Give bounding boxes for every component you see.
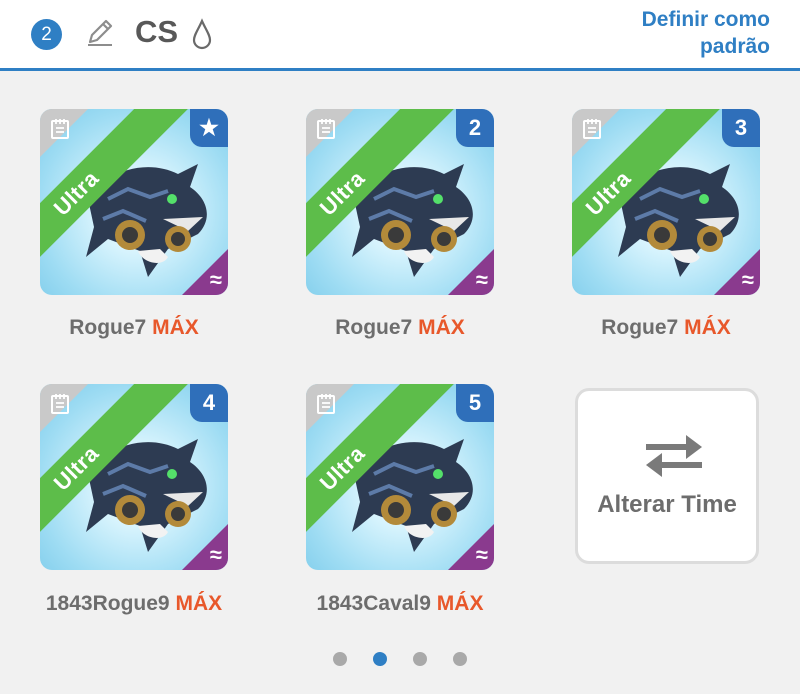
water-type-icon: ≈ <box>475 267 488 292</box>
water-type-icon: ≈ <box>209 542 222 567</box>
slot-badge: 4 <box>190 384 228 422</box>
monster-name: Rogue7 <box>69 316 147 339</box>
team-name[interactable]: CS <box>135 14 178 50</box>
monster-label: Rogue7 MÁX <box>4 316 264 340</box>
level-max: MÁX <box>175 592 223 615</box>
page-dot-active[interactable] <box>373 652 387 666</box>
notebook-icon <box>317 394 335 414</box>
swap-arrows-icon <box>646 435 702 477</box>
slot-badge: 3 <box>722 109 760 147</box>
slot-badge: 2 <box>456 109 494 147</box>
team-number-badge: 2 <box>31 19 62 50</box>
page-dot[interactable] <box>413 652 427 666</box>
monster-label: 1843Caval9 MÁX <box>270 592 530 616</box>
drop-icon <box>192 18 212 50</box>
monster-card[interactable]: Ultra 5 ≈ <box>306 384 494 570</box>
set-default-line1: Definir como <box>641 8 770 31</box>
monster-card-art: Ultra 4 ≈ <box>40 384 228 570</box>
monster-card[interactable]: Ultra 2 ≈ <box>306 109 494 295</box>
pencil-icon[interactable] <box>84 16 116 48</box>
monster-name: Rogue7 <box>335 316 413 339</box>
change-team-button[interactable]: Alterar Time <box>575 388 759 564</box>
notebook-icon <box>583 119 601 139</box>
change-team-label: Alterar Time <box>597 491 737 518</box>
slot-badge: 5 <box>456 384 494 422</box>
level-max: MÁX <box>418 316 465 339</box>
team-header: 2 CS Definir como padrão <box>0 0 800 71</box>
monster-card-art: Ultra ★ ≈ <box>40 109 228 295</box>
monster-card[interactable]: Ultra 3 ≈ <box>572 109 760 295</box>
monster-card-art: Ultra 2 ≈ <box>306 109 494 295</box>
pagination-dots <box>0 652 800 668</box>
monster-name: Rogue7 <box>601 316 679 339</box>
monster-label: Rogue7 MÁX <box>270 316 530 340</box>
monster-name: 1843Caval9 <box>316 592 431 615</box>
monster-label: 1843Rogue9 MÁX <box>4 592 264 616</box>
slot-badge: ★ <box>190 109 228 147</box>
level-max: MÁX <box>436 592 484 615</box>
level-max: MÁX <box>152 316 199 339</box>
monster-card[interactable]: Ultra 4 ≈ <box>40 384 228 570</box>
notebook-icon <box>51 119 69 139</box>
water-type-icon: ≈ <box>741 267 754 292</box>
monster-card-art: Ultra 5 ≈ <box>306 384 494 570</box>
monster-label: Rogue7 MÁX <box>536 316 796 340</box>
notebook-icon <box>317 119 335 139</box>
water-type-icon: ≈ <box>209 267 222 292</box>
page-dot[interactable] <box>453 652 467 666</box>
monster-card[interactable]: Ultra ★ ≈ <box>40 109 228 295</box>
notebook-icon <box>51 394 69 414</box>
monster-card-art: Ultra 3 ≈ <box>572 109 760 295</box>
level-max: MÁX <box>684 316 731 339</box>
set-default-button[interactable]: Definir como padrão <box>550 6 770 60</box>
page-dot[interactable] <box>333 652 347 666</box>
monster-name: 1843Rogue9 <box>45 592 170 615</box>
water-type-icon: ≈ <box>475 542 488 567</box>
set-default-line2: padrão <box>699 35 770 58</box>
